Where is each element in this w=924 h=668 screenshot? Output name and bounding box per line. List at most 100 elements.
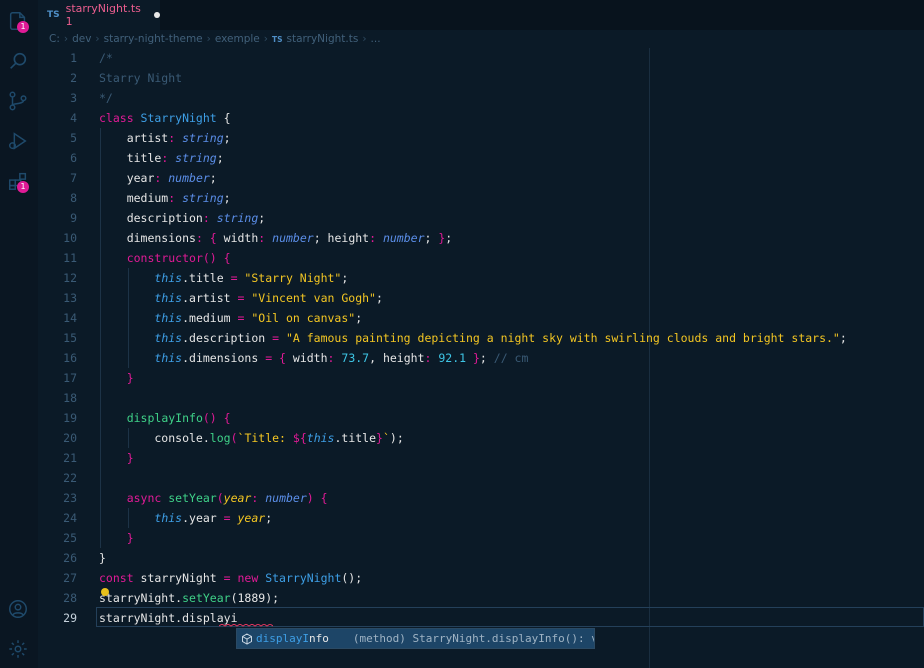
code-token: :: [195, 231, 210, 245]
code-line[interactable]: 16 this.dimensions = { width: 73.7, heig…: [38, 348, 924, 368]
unsaved-dot-icon[interactable]: [154, 12, 160, 18]
code-text: description: string;: [99, 208, 266, 228]
code-line[interactable]: 27 const starryNight = new StarryNight();: [38, 568, 924, 588]
code-line[interactable]: 29 starryNight.displayi: [38, 608, 924, 628]
code-line[interactable]: 8 medium: string;: [38, 188, 924, 208]
code-token: year: [223, 491, 252, 505]
breadcrumb-project[interactable]: starry-night-theme: [104, 33, 203, 45]
code-token: description: [99, 211, 203, 225]
code-token: }: [126, 531, 134, 545]
tab-starrynight[interactable]: TS starryNight.ts 1: [38, 0, 160, 30]
code-token: (: [216, 491, 224, 505]
code-line[interactable]: 9 description: string;: [38, 208, 924, 228]
code-token: .title: [334, 431, 377, 445]
code-line[interactable]: 6 title: string;: [38, 148, 924, 168]
line-number: 20: [63, 431, 77, 445]
breadcrumb-file[interactable]: starryNight.ts: [286, 33, 358, 45]
code-line[interactable]: 23 async setYear(year: number) {: [38, 488, 924, 508]
code-token: displayInfo: [126, 411, 203, 425]
code-token: {: [209, 231, 224, 245]
code-token: displayi: [182, 611, 238, 625]
code-token: () {: [202, 411, 231, 425]
code-token: .description: [182, 331, 273, 345]
code-token: );: [389, 431, 404, 445]
breadcrumb-symbol[interactable]: ...: [371, 33, 381, 45]
code-token: number: [168, 171, 210, 185]
code-token: .year: [182, 511, 224, 525]
line-number: 16: [63, 351, 77, 365]
line-number: 7: [70, 171, 77, 185]
code-line[interactable]: 22: [38, 468, 924, 488]
breadcrumb-folder[interactable]: exemple: [215, 33, 260, 45]
code-line[interactable]: 11 constructor() {: [38, 248, 924, 268]
code-token: ) {: [306, 491, 328, 505]
breadcrumb-dev[interactable]: dev: [72, 33, 91, 45]
source-control-icon[interactable]: [5, 88, 31, 114]
line-number: 26: [63, 551, 77, 565]
code-text: year: number;: [99, 168, 217, 188]
code-line[interactable]: 2 Starry Night: [38, 68, 924, 88]
code-line[interactable]: 4 class StarryNight {: [38, 108, 924, 128]
settings-gear-icon[interactable]: [5, 636, 31, 662]
code-line[interactable]: 18: [38, 388, 924, 408]
tab-label: starryNight.ts 1: [65, 2, 141, 28]
suggestion-item[interactable]: displayI nfo (method) StarryNight.display…: [237, 629, 594, 648]
code-line[interactable]: 17 }: [38, 368, 924, 388]
code-line[interactable]: 25 }: [38, 528, 924, 548]
code-line[interactable]: 26}: [38, 548, 924, 568]
code-area[interactable]: 1/* 2 Starry Night 3 */ 4 class StarryNight {5…: [38, 48, 924, 668]
code-line[interactable]: 14 this.medium = "Oil on canvas";: [38, 308, 924, 328]
code-token: number: [272, 231, 314, 245]
line-number: 17: [63, 371, 77, 385]
code-token: artist: [99, 131, 169, 145]
code-line[interactable]: 12 this.title = "Starry Night";: [38, 268, 924, 288]
code-token: .title: [182, 271, 231, 285]
breadcrumb-drive[interactable]: C:: [49, 33, 60, 45]
code-line[interactable]: 5 artist: string;: [38, 128, 924, 148]
code-token: ;: [341, 271, 349, 285]
code-token: starryNight: [99, 591, 176, 605]
line-number: 4: [70, 111, 77, 125]
code-line[interactable]: 24 this.year = year;: [38, 508, 924, 528]
line-number: 12: [63, 271, 77, 285]
line-number: 28: [63, 591, 77, 605]
code-token: "A famous painting depicting a night sky…: [285, 331, 840, 345]
account-icon[interactable]: [5, 596, 31, 622]
line-number: 21: [63, 451, 77, 465]
code-line[interactable]: 1 /*: [38, 48, 924, 68]
code-line[interactable]: 21 }: [38, 448, 924, 468]
code-text: title: string;: [99, 148, 224, 168]
code-line[interactable]: 7 year: number;: [38, 168, 924, 188]
code-token: "Vincent van Gogh": [251, 291, 376, 305]
code-line[interactable]: 10 dimensions: { width: number; height: …: [38, 228, 924, 248]
code-line[interactable]: 28 starryNight.setYear(1889);: [38, 588, 924, 608]
lightbulb-icon[interactable]: [101, 588, 109, 596]
code-token: ${: [292, 431, 307, 445]
code-line[interactable]: 15 this.description = "A famous painting…: [38, 328, 924, 348]
code-text: }: [99, 368, 134, 388]
line-number: 15: [63, 331, 77, 345]
code-token: this: [154, 291, 183, 305]
code-text: medium: string;: [99, 188, 231, 208]
code-token: :: [369, 231, 383, 245]
code-line[interactable]: 13 this.artist = "Vincent van Gogh";: [38, 288, 924, 308]
search-icon[interactable]: [5, 48, 31, 74]
line-number: 1: [70, 51, 77, 65]
code-token: :: [168, 131, 183, 145]
code-line[interactable]: 20 console.log(`Title: ${this.title}`);: [38, 428, 924, 448]
code-text: dimensions: { width: number; height: num…: [99, 228, 453, 248]
code-line[interactable]: 19 displayInfo() {: [38, 408, 924, 428]
code-token: }: [376, 431, 383, 445]
line-number: 18: [63, 391, 77, 405]
code-token: :: [251, 491, 266, 505]
code-token: this: [154, 271, 183, 285]
code-text: }: [99, 448, 134, 468]
code-line[interactable]: 3 */: [38, 88, 924, 108]
run-debug-icon[interactable]: [5, 128, 31, 154]
code-token: year: [99, 171, 155, 185]
code-token: `Title:: [237, 431, 293, 445]
code-token: new: [237, 571, 266, 585]
code-token: string: [182, 131, 224, 145]
code-text: class StarryNight {: [99, 108, 231, 128]
